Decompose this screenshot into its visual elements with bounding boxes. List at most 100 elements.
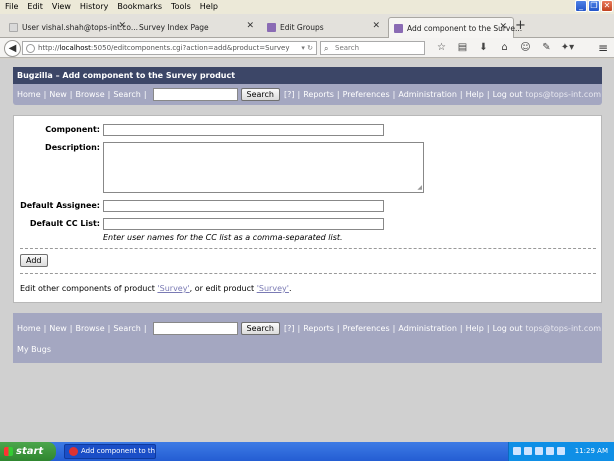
- start-button[interactable]: start: [0, 442, 56, 461]
- toolbar-icons: ☆ ▤ ⬇ ⌂ ☺ ✎ ✦▾: [431, 41, 578, 55]
- tab-user[interactable]: User vishal.shah@tops-int.co... ✕: [4, 17, 138, 38]
- close-tab-icon[interactable]: ✕: [372, 21, 380, 31]
- cc-hint: Enter user names for the CC list as a co…: [103, 233, 343, 242]
- quicksearch-help-link[interactable]: [?]: [284, 324, 295, 333]
- default-cc-input[interactable]: [103, 218, 384, 230]
- component-input[interactable]: [103, 124, 384, 136]
- nav-preferences[interactable]: Preferences: [343, 90, 390, 99]
- add-button[interactable]: Add: [20, 254, 48, 267]
- nav-new[interactable]: New: [49, 324, 66, 333]
- window-titlebar: File Edit View History Bookmarks Tools H…: [0, 0, 614, 14]
- tab-title: Edit Groups: [280, 23, 324, 32]
- menu-view[interactable]: View: [47, 0, 75, 13]
- quicksearch-input[interactable]: [152, 88, 238, 101]
- taskbar: start Add component to th... 11:29 AM: [0, 442, 614, 461]
- quicksearch-input[interactable]: [152, 322, 238, 335]
- messenger-icon[interactable]: [557, 447, 565, 455]
- hamburger-menu-icon[interactable]: ≡: [598, 41, 608, 55]
- close-icon[interactable]: ✕: [601, 0, 613, 12]
- bookmarks-list-icon[interactable]: ▤: [452, 41, 473, 55]
- url-bar[interactable]: http://localhost:5050/editcomponents.cgi…: [22, 41, 317, 55]
- navigation-bar: ◀ http://localhost:5050/editcomponents.c…: [0, 38, 614, 58]
- close-tab-icon[interactable]: ✕: [499, 22, 507, 32]
- system-tray: 11:29 AM: [508, 442, 614, 461]
- globe-icon: [26, 43, 35, 53]
- window-controls: _ ❐ ✕: [575, 0, 613, 12]
- description-label: Description:: [45, 143, 100, 152]
- nav-browse[interactable]: Browse: [75, 324, 104, 333]
- nav-home[interactable]: Home: [17, 324, 41, 333]
- cc-label: Default CC List:: [29, 219, 100, 228]
- bottom-nav-bar: Home | New | Browse | Search | Search [?] | R…: [13, 318, 602, 339]
- taskbar-firefox-task[interactable]: Add component to th...: [64, 444, 156, 459]
- edit-components-link[interactable]: 'Survey': [157, 284, 189, 293]
- assignee-label: Default Assignee:: [20, 201, 100, 210]
- bugzilla-icon: [267, 23, 276, 32]
- firefox-icon: [69, 447, 78, 456]
- tab-add-component[interactable]: Add component to the Surve... ✕: [388, 17, 522, 38]
- nav-administration[interactable]: Administration: [398, 324, 457, 333]
- nav-home[interactable]: Home: [17, 90, 41, 99]
- edit-links-text: Edit other components of product 'Survey…: [20, 284, 292, 293]
- bookmark-star-icon[interactable]: ☆: [431, 41, 452, 55]
- resize-grip-icon[interactable]: ◢: [417, 185, 422, 191]
- downloads-icon[interactable]: ⬇: [473, 41, 494, 55]
- bugzilla-icon: [394, 23, 403, 33]
- minimize-icon[interactable]: _: [575, 0, 587, 12]
- nav-logout[interactable]: Log out: [493, 90, 523, 99]
- task-title: Add component to th...: [81, 447, 156, 455]
- home-icon[interactable]: ⌂: [494, 41, 515, 55]
- menu-help[interactable]: Help: [195, 0, 222, 13]
- nav-help[interactable]: Help: [466, 90, 484, 99]
- tray-icons: [513, 447, 565, 455]
- menu-file[interactable]: File: [0, 0, 22, 13]
- edit-product-link[interactable]: 'Survey': [257, 284, 289, 293]
- clock: 11:29 AM: [574, 447, 608, 455]
- network-icon[interactable]: [513, 447, 521, 455]
- default-assignee-input[interactable]: [103, 200, 384, 212]
- extension-icon[interactable]: ✦▾: [557, 41, 578, 55]
- quicksearch-button[interactable]: Search: [240, 88, 280, 101]
- restore-icon[interactable]: ❐: [588, 0, 600, 12]
- menu-bar: File Edit View History Bookmarks Tools H…: [0, 0, 222, 13]
- back-arrow-icon[interactable]: ◀: [4, 40, 21, 57]
- nav-new[interactable]: New: [49, 90, 66, 99]
- add-component-form: Component: Description: ◢ Default Assign…: [13, 115, 602, 303]
- nav-help[interactable]: Help: [466, 324, 484, 333]
- component-label: Component:: [45, 125, 100, 134]
- nav-search[interactable]: Search: [113, 90, 140, 99]
- close-tab-icon[interactable]: ✕: [118, 21, 126, 31]
- close-tab-icon[interactable]: ✕: [246, 21, 254, 31]
- nav-preferences[interactable]: Preferences: [343, 324, 390, 333]
- footer-nav: Home | New | Browse | Search | Search [?] | R…: [13, 313, 602, 363]
- my-bugs-link[interactable]: My Bugs: [17, 345, 51, 354]
- chat-icon[interactable]: ☺: [515, 41, 536, 55]
- security-icon[interactable]: [535, 447, 543, 455]
- start-label: start: [16, 446, 44, 457]
- menu-bookmarks[interactable]: Bookmarks: [112, 0, 166, 13]
- nav-logout[interactable]: Log out: [493, 324, 523, 333]
- quicksearch-help-link[interactable]: [?]: [284, 90, 295, 99]
- menu-history[interactable]: History: [75, 0, 112, 13]
- page-icon: [9, 23, 18, 32]
- screenshot-icon[interactable]: ✎: [536, 41, 557, 55]
- new-tab-icon[interactable]: +: [515, 18, 526, 33]
- browser-search-input[interactable]: ⌕ Search: [320, 41, 425, 55]
- quicksearch-button[interactable]: Search: [240, 322, 280, 335]
- nav-reports[interactable]: Reports: [303, 90, 334, 99]
- nav-reports[interactable]: Reports: [303, 324, 334, 333]
- nav-search[interactable]: Search: [113, 324, 140, 333]
- update-icon[interactable]: [546, 447, 554, 455]
- nav-browse[interactable]: Browse: [75, 90, 104, 99]
- menu-tools[interactable]: Tools: [166, 0, 195, 13]
- divider: [20, 273, 596, 274]
- volume-icon[interactable]: [524, 447, 532, 455]
- reload-icon[interactable]: ▾ ↻: [301, 44, 313, 52]
- tab-edit-groups[interactable]: Edit Groups ✕: [262, 17, 386, 38]
- tab-survey-index[interactable]: Survey Index Page ✕: [134, 17, 260, 38]
- nav-administration[interactable]: Administration: [398, 90, 457, 99]
- page-title: Bugzilla – Add component to the Survey p…: [13, 67, 602, 84]
- page-viewport: Bugzilla – Add component to the Survey p…: [0, 59, 614, 442]
- menu-edit[interactable]: Edit: [22, 0, 47, 13]
- description-textarea[interactable]: ◢: [103, 142, 424, 193]
